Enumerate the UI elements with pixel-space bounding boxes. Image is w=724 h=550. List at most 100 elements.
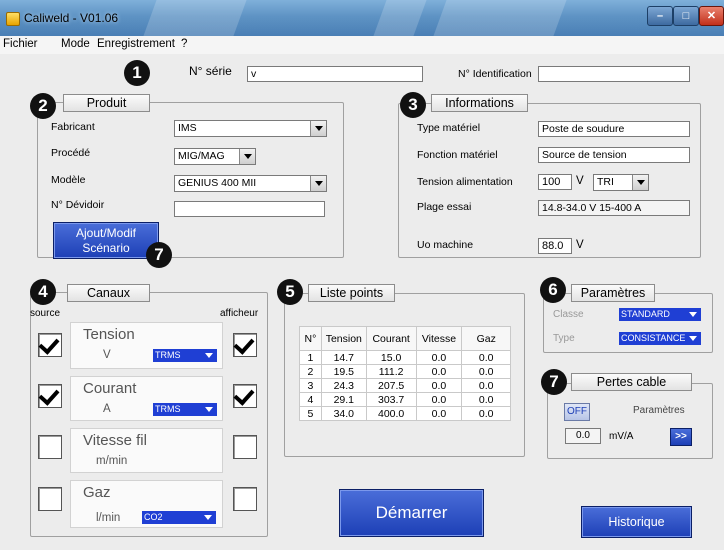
channel-gaz-name: Gaz (83, 484, 111, 501)
modele-value: GENIUS 400 MII (178, 177, 257, 189)
cell-gaz: 0.0 (461, 378, 511, 393)
type-select[interactable]: CONSISTANCE (619, 332, 701, 345)
procede-label: Procédé (51, 147, 91, 159)
canaux-title: Canaux (67, 284, 150, 302)
channel-tension-unit: V (103, 349, 111, 361)
identification-input[interactable] (538, 66, 690, 82)
channel-courant: Courant A TRMS (70, 376, 223, 421)
maximize-button[interactable]: □ (673, 6, 699, 26)
points-row[interactable]: 5 34.0 400.0 0.0 0.0 (299, 406, 511, 421)
channel-tension: Tension V TRMS (70, 322, 223, 369)
liste-points-title: Liste points (308, 284, 395, 302)
tension-phase-value: TRI (597, 176, 614, 188)
cell-numero: 3 (299, 378, 322, 393)
step-badge-6: 6 (540, 277, 566, 303)
close-icon: ✕ (706, 10, 717, 22)
title-bar-glare (143, 0, 247, 36)
points-header-row: N° Tension Courant Vitesse Gaz (299, 326, 511, 351)
menu-enregistrement[interactable]: Enregistrement (97, 38, 175, 50)
menu-bar: Fichier Mode Enregistrement ? (0, 36, 724, 54)
tension-afficheur-checkbox[interactable] (233, 333, 257, 357)
col-gaz-header: Gaz (461, 326, 511, 351)
serie-input[interactable]: v (247, 66, 423, 82)
pertes-more-button[interactable]: >> (670, 428, 692, 446)
afficheur-label: afficheur (220, 308, 259, 319)
channel-vitesse-fil: Vitesse fil m/min (70, 428, 223, 473)
cell-numero: 5 (299, 406, 322, 421)
minimize-button[interactable]: – (647, 6, 673, 26)
step-badge-7b: 7 (541, 369, 567, 395)
gaz-type-select[interactable]: CO2 (142, 511, 216, 524)
cell-tension: 24.3 (320, 378, 367, 393)
cell-gaz: 0.0 (461, 406, 511, 421)
cell-tension: 14.7 (320, 350, 367, 365)
step-badge-4: 4 (30, 279, 56, 305)
step-badge-7a: 7 (146, 242, 172, 268)
pertes-value-input[interactable]: 0.0 (565, 428, 601, 444)
menu-help[interactable]: ? (181, 38, 187, 50)
classe-label: Classe (553, 309, 584, 320)
modele-select[interactable]: GENIUS 400 MII (174, 175, 327, 192)
type-materiel-input[interactable]: Poste de soudure (538, 121, 690, 137)
fonction-materiel-input[interactable]: Source de tension (538, 147, 690, 163)
cell-numero: 2 (299, 364, 322, 379)
pertes-off-button[interactable]: OFF (564, 403, 590, 421)
ajout-modif-scenario-button[interactable]: Ajout/Modif Scénario (53, 222, 159, 259)
demarrer-button[interactable]: Démarrer (339, 489, 484, 537)
gaz-source-checkbox[interactable] (38, 487, 62, 511)
col-courant-header: Courant (365, 326, 417, 351)
uo-unit: V (576, 239, 584, 251)
cell-tension: 19.5 (320, 364, 367, 379)
classe-select[interactable]: STANDARD (619, 308, 701, 321)
plage-essai-label: Plage essai (417, 201, 472, 213)
points-row[interactable]: 1 14.7 15.0 0.0 0.0 (299, 350, 511, 365)
cell-vitesse: 0.0 (415, 392, 463, 407)
uo-machine-input[interactable]: 88.0 (538, 238, 572, 254)
menu-mode[interactable]: Mode (61, 38, 90, 50)
pertes-unit: mV/A (609, 431, 634, 442)
chevron-down-icon (632, 175, 648, 190)
menu-fichier[interactable]: Fichier (3, 38, 38, 50)
informations-title: Informations (431, 94, 528, 112)
vitesse-source-checkbox[interactable] (38, 435, 62, 459)
historique-button[interactable]: Historique (581, 506, 692, 538)
close-button[interactable]: ✕ (699, 6, 724, 26)
cell-vitesse: 0.0 (415, 364, 463, 379)
tension-source-checkbox[interactable] (38, 333, 62, 357)
step-badge-5: 5 (277, 279, 303, 305)
title-bar-glare (373, 0, 427, 36)
window-title: Caliweld - V01.06 (24, 11, 119, 25)
title-bar[interactable]: Caliweld - V01.06 – □ ✕ (0, 0, 724, 36)
courant-mode-select[interactable]: TRMS (153, 403, 217, 416)
chevron-down-icon (239, 149, 255, 164)
procede-value: MIG/MAG (178, 150, 225, 162)
tension-mode-select[interactable]: TRMS (153, 349, 217, 362)
courant-afficheur-checkbox[interactable] (233, 384, 257, 408)
points-row[interactable]: 3 24.3 207.5 0.0 0.0 (299, 378, 511, 393)
source-label: source (30, 308, 61, 319)
tension-alimentation-input[interactable]: 100 (538, 174, 572, 190)
channel-tension-name: Tension (83, 326, 135, 343)
col-tension-header: Tension (320, 326, 367, 351)
procede-select[interactable]: MIG/MAG (174, 148, 256, 165)
points-row[interactable]: 4 29.1 303.7 0.0 0.0 (299, 392, 511, 407)
vitesse-afficheur-checkbox[interactable] (233, 435, 257, 459)
fabricant-select[interactable]: IMS (174, 120, 327, 137)
pertes-cable-title: Pertes cable (571, 373, 692, 391)
cell-vitesse: 0.0 (415, 350, 463, 365)
step-badge-3: 3 (400, 92, 426, 118)
gaz-afficheur-checkbox[interactable] (233, 487, 257, 511)
courant-source-checkbox[interactable] (38, 384, 62, 408)
identification-label: N° Identification (458, 68, 532, 80)
points-row[interactable]: 2 19.5 111.2 0.0 0.0 (299, 364, 511, 379)
devidoir-input[interactable] (174, 201, 325, 217)
cell-numero: 4 (299, 392, 322, 407)
cell-tension: 29.1 (320, 392, 367, 407)
plage-essai-value: 14.8-34.0 V 15-400 A (538, 200, 690, 216)
points-table-body: 1 14.7 15.0 0.0 0.0 2 19.5 111.2 0.0 0.0 3 24.3 207.… (299, 350, 511, 421)
tension-phase-select[interactable]: TRI (593, 174, 649, 191)
col-numero-header: N° (299, 326, 322, 351)
cell-courant: 303.7 (365, 392, 417, 407)
channel-gaz-unit: l/min (96, 512, 121, 524)
cell-courant: 111.2 (365, 364, 417, 379)
